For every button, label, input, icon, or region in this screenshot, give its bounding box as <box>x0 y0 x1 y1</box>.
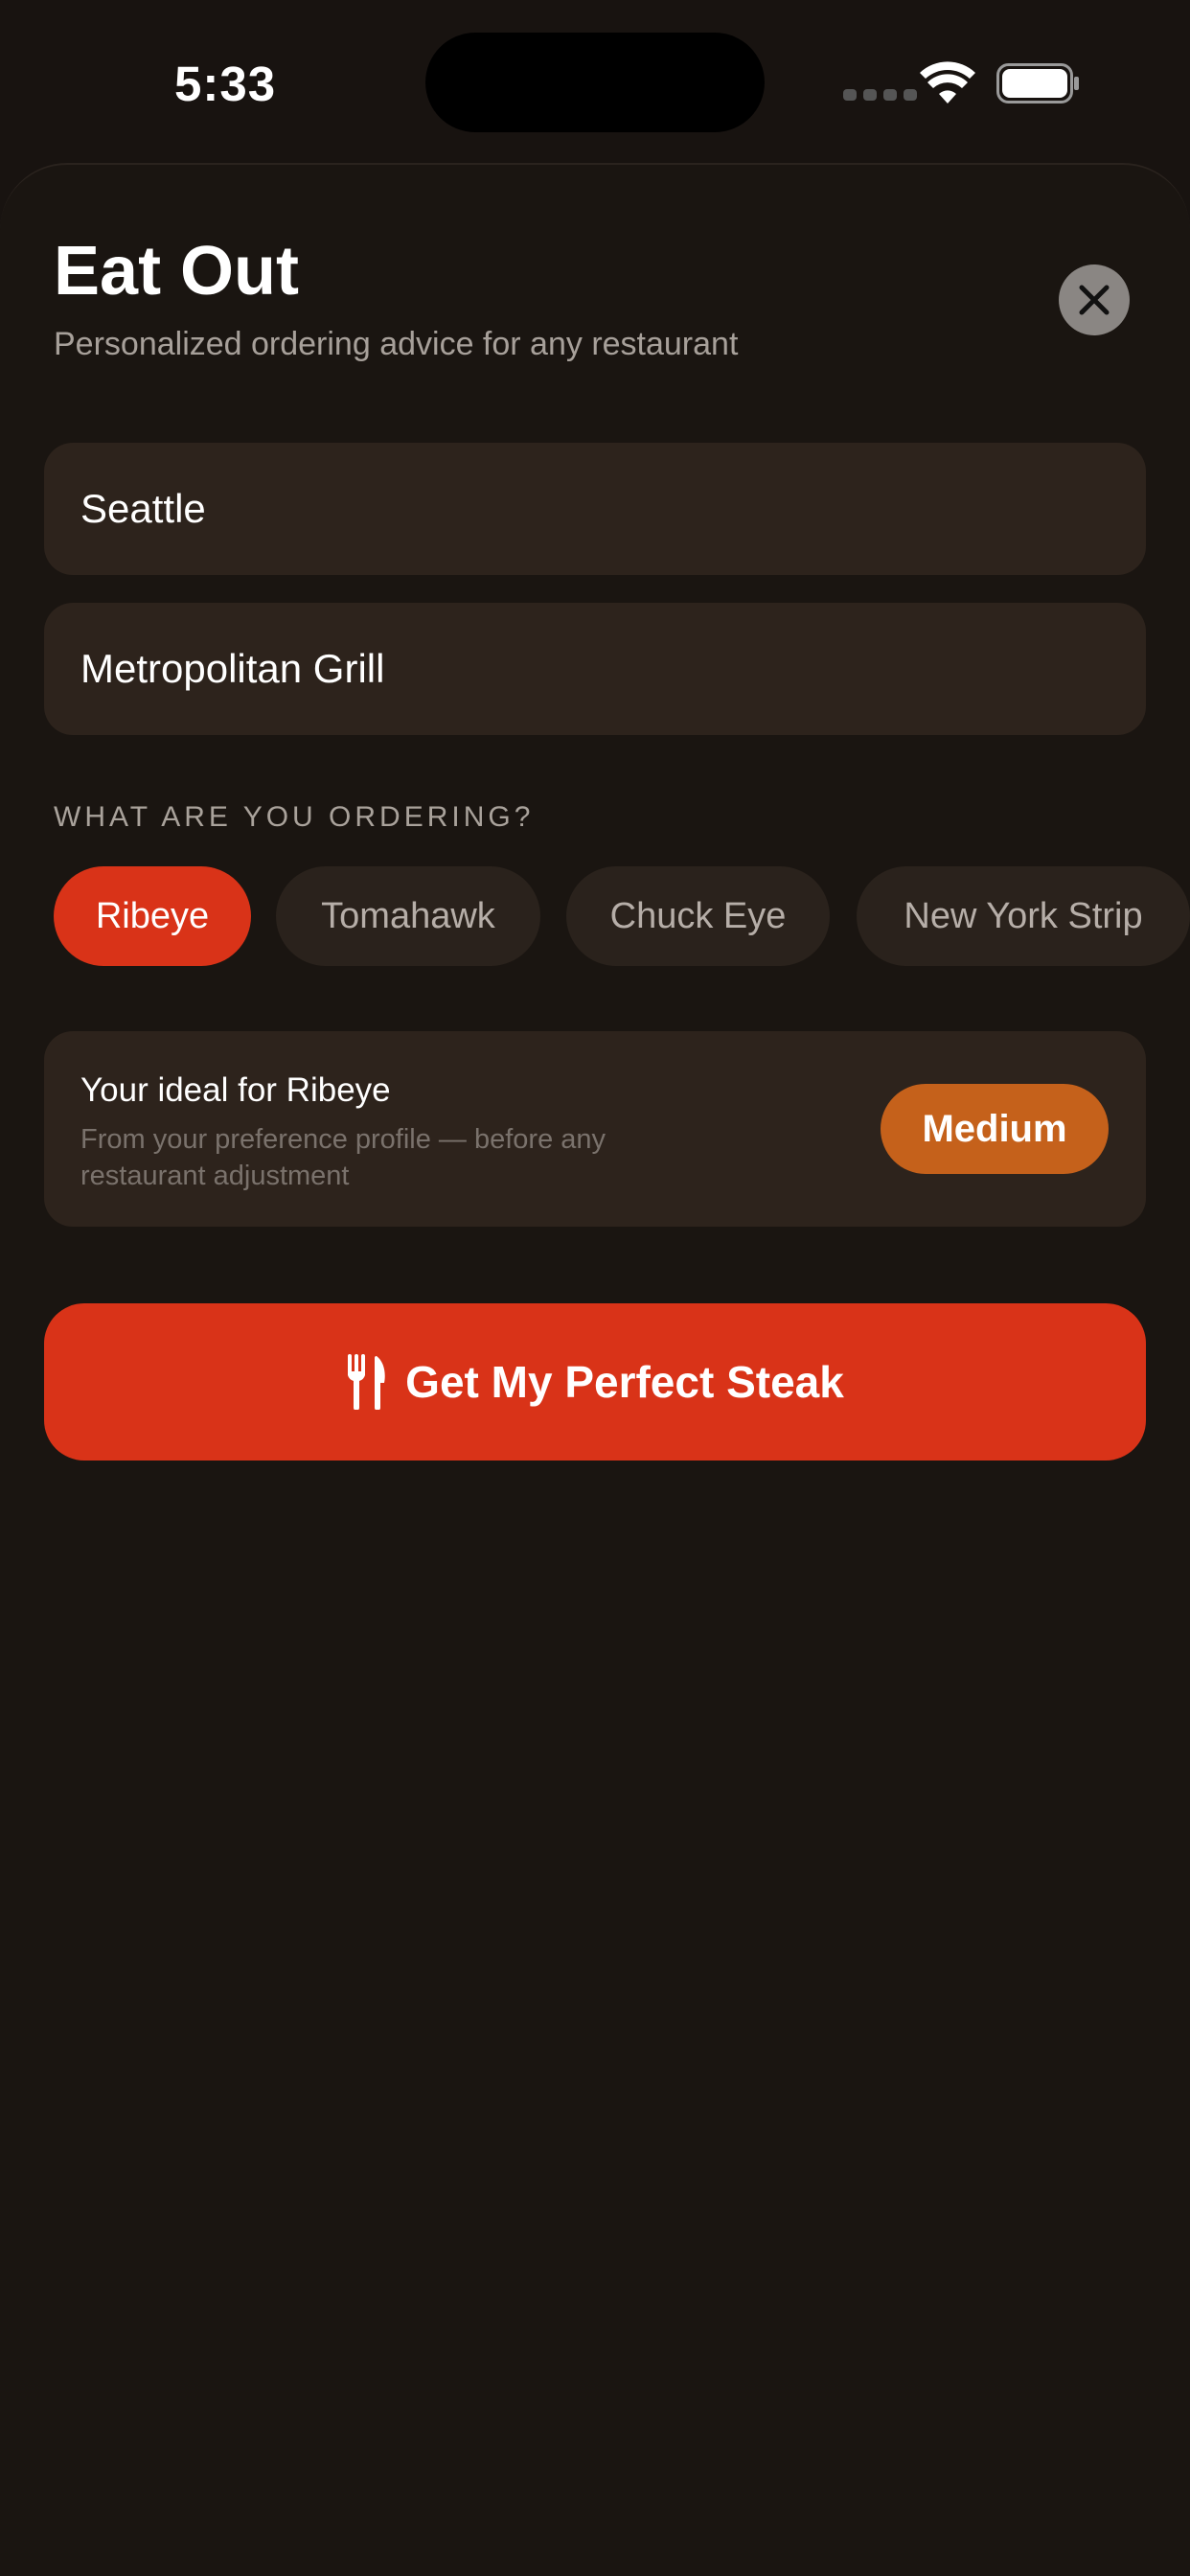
close-button[interactable] <box>1059 264 1130 335</box>
wifi-icon <box>920 61 975 104</box>
doneness-badge: Medium <box>881 1084 1109 1174</box>
fork-knife-icon <box>348 1354 385 1410</box>
dynamic-island <box>425 33 765 132</box>
ideal-doneness-card: Your ideal for Ribeye From your preferen… <box>44 1031 1146 1227</box>
page-title: Eat Out <box>54 233 300 310</box>
city-field[interactable]: Seattle <box>44 443 1146 575</box>
page-subtitle: Personalized ordering advice for any res… <box>54 326 739 362</box>
battery-icon <box>996 63 1079 104</box>
chip-tomahawk[interactable]: Tomahawk <box>276 866 540 966</box>
close-icon <box>1079 285 1110 315</box>
cellular-signal-icon <box>843 89 917 101</box>
cta-label: Get My Perfect Steak <box>405 1357 844 1407</box>
ideal-title: Your ideal for Ribeye <box>80 1071 391 1109</box>
chip-ribeye[interactable]: Ribeye <box>54 866 251 966</box>
status-time: 5:33 <box>174 57 277 111</box>
chip-chuck-eye[interactable]: Chuck Eye <box>566 866 830 966</box>
eat-out-sheet: Eat Out Personalized ordering advice for… <box>0 163 1190 2576</box>
chip-new-york-strip[interactable]: New York Strip <box>857 866 1190 966</box>
ideal-description: From your preference profile — before an… <box>80 1124 606 1191</box>
status-bar: 5:33 <box>0 0 1190 163</box>
get-perfect-steak-button[interactable]: Get My Perfect Steak <box>44 1303 1146 1460</box>
restaurant-field[interactable]: Metropolitan Grill <box>44 603 1146 735</box>
ordering-section-label: WHAT ARE YOU ORDERING? <box>54 801 535 833</box>
